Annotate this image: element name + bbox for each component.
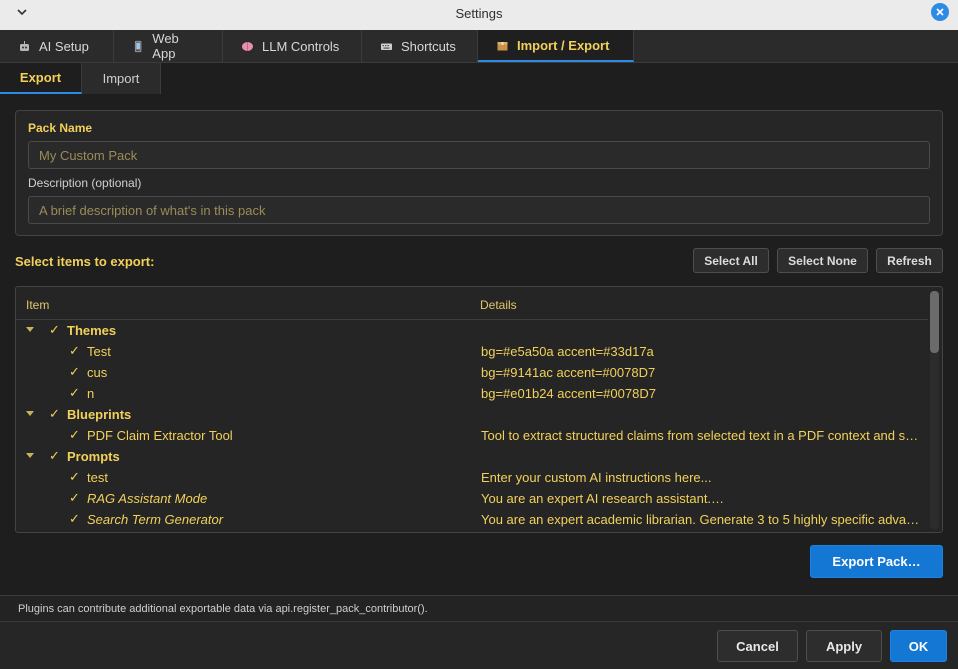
expand-arrow-icon[interactable] [26,327,34,332]
select-none-button[interactable]: Select None [777,248,868,273]
export-import-subtabs: Export Import [0,63,161,94]
pack-name-input[interactable] [28,141,930,169]
tree-scrollbar[interactable] [930,291,939,529]
checkbox[interactable]: ✓ [69,427,80,443]
tab-label: Web App [152,31,179,61]
cancel-button[interactable]: Cancel [717,630,798,662]
expand-arrow-icon[interactable] [26,411,34,416]
apply-button[interactable]: Apply [806,630,882,662]
item-details: bg=#e01b24 accent=#0078D7 [481,386,656,401]
item-name: Test [87,344,111,359]
item-details: Tool to extract structured claims from s… [481,428,919,443]
group-name: Blueprints [67,407,132,422]
window-title: Settings [455,6,503,21]
close-button[interactable] [931,3,949,21]
dialog-button-bar: Cancel Apply OK [0,622,958,669]
tree-group-prompts[interactable]: ✓ Prompts [16,446,928,467]
ok-button[interactable]: OK [890,630,947,662]
subtab-import[interactable]: Import [82,63,161,94]
description-input[interactable] [28,196,930,224]
item-name: n [87,386,95,401]
item-name: PDF Claim Extractor Tool [87,428,233,443]
item-name: RAG Assistant Mode [87,491,208,506]
group-name: Prompts [67,449,120,464]
item-details: You are an expert academic librarian. Ge… [481,512,920,527]
tab-label: Import / Export [517,37,610,53]
plugin-note-bar: Plugins can contribute additional export… [0,595,958,622]
tree-item[interactable]: ✓ PDF Claim Extractor Tool Tool to extra… [16,425,928,446]
tree-item[interactable]: ✓ n bg=#e01b24 accent=#0078D7 [16,383,928,404]
plugin-note: Plugins can contribute additional export… [18,603,428,615]
pack-name-label: Pack Name [28,121,93,135]
settings-tabs: AI Setup Web App LLM Controls Shortcuts … [0,30,958,63]
tree-item[interactable]: ✓ test Enter your custom AI instructions… [16,467,928,488]
pack-info-group: Pack Name Description (optional) [15,110,943,236]
export-items-tree: Item Details ✓ Themes ✓ Test bg=#e5a50a … [15,286,943,533]
group-name: Themes [67,323,117,338]
tab-shortcuts[interactable]: Shortcuts [362,30,478,62]
close-icon [936,8,944,16]
item-details: Enter your custom AI instructions here..… [481,470,712,485]
scrollbar-thumb[interactable] [930,291,939,353]
tab-label: Shortcuts [401,38,456,54]
checkbox[interactable]: ✓ [69,385,80,401]
checkbox[interactable]: ✓ [69,343,80,359]
title-bar: Settings [0,0,958,30]
column-header-item[interactable]: Item [26,298,49,312]
column-header-details[interactable]: Details [480,298,517,312]
tree-item[interactable]: ✓ cus bg=#9141ac accent=#0078D7 [16,362,928,383]
export-pack-button[interactable]: Export Pack… [810,545,943,578]
checkbox[interactable]: ✓ [69,490,80,506]
refresh-button[interactable]: Refresh [876,248,943,273]
subtab-export[interactable]: Export [0,63,82,94]
select-all-button[interactable]: Select All [693,248,769,273]
tab-web-app[interactable]: Web App [114,30,223,62]
checkbox[interactable]: ✓ [49,406,60,422]
tree-group-blueprints[interactable]: ✓ Blueprints [16,404,928,425]
tab-label: LLM Controls [262,38,340,54]
keyboard-icon [381,43,392,50]
tree-item[interactable]: ✓ Search Term Generator You are an exper… [16,509,928,530]
tab-ai-setup[interactable]: AI Setup [0,30,114,62]
description-label: Description (optional) [28,176,142,190]
item-details: bg=#9141ac accent=#0078D7 [481,365,656,380]
item-name: test [87,470,108,485]
robot-icon [20,40,29,51]
phone-icon [134,40,142,52]
checkbox[interactable]: ✓ [69,364,80,380]
package-icon [497,41,508,50]
expand-arrow-icon[interactable] [26,453,34,458]
select-items-heading: Select items to export: [15,254,155,269]
tree-group-themes[interactable]: ✓ Themes [16,320,928,341]
checkbox[interactable]: ✓ [69,511,80,527]
item-name: cus [87,365,108,380]
tree-header: Item Details [16,287,928,320]
item-name: Search Term Generator [87,512,224,527]
item-details: bg=#e5a50a accent=#33d17a [481,344,654,359]
checkbox[interactable]: ✓ [69,469,80,485]
tree-item[interactable]: ✓ RAG Assistant Mode You are an expert A… [16,488,928,509]
checkbox[interactable]: ✓ [49,322,60,338]
tab-llm-controls[interactable]: LLM Controls [223,30,362,62]
checkbox[interactable]: ✓ [49,448,60,464]
tree-item[interactable]: ✓ Test bg=#e5a50a accent=#33d17a [16,341,928,362]
tab-import-export[interactable]: Import / Export [478,30,634,62]
tab-label: AI Setup [39,38,89,54]
brain-icon [242,41,253,51]
item-details: You are an expert AI research assistant.… [481,491,725,506]
